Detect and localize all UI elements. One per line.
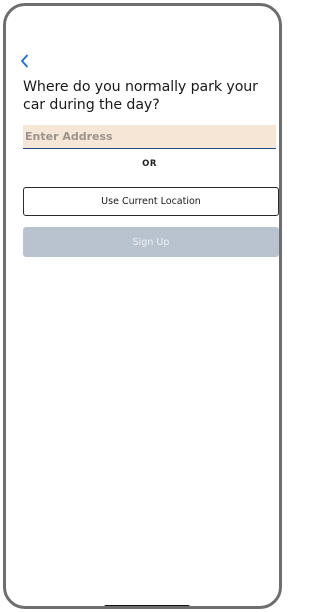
or-divider: OR	[142, 159, 157, 169]
back-button[interactable]	[16, 52, 32, 70]
use-current-location-label: Use Current Location	[101, 196, 201, 207]
sign-up-button[interactable]: Sign Up	[23, 227, 279, 257]
use-current-location-button[interactable]: Use Current Location	[23, 187, 279, 216]
page-title: Where do you normally park your car duri…	[23, 79, 258, 113]
home-indicator	[104, 605, 190, 606]
phone-frame: Where do you normally park your car duri…	[3, 3, 282, 609]
address-input[interactable]	[23, 125, 276, 149]
chevron-left-icon	[20, 54, 28, 68]
sign-up-label: Sign Up	[132, 236, 170, 248]
